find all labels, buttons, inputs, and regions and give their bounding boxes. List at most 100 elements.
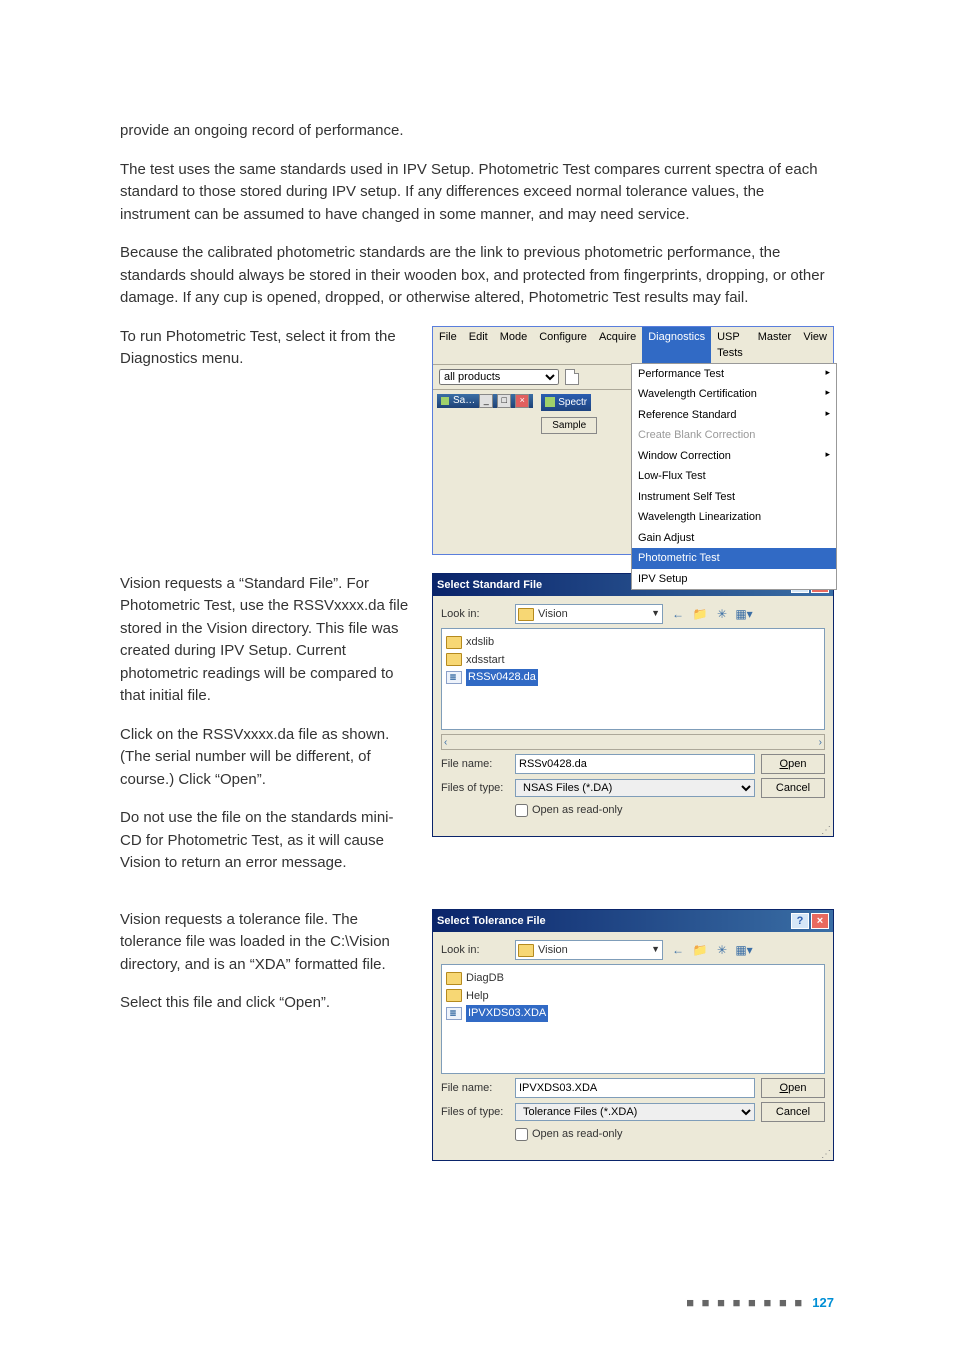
file-item[interactable]: IPVXDS03.XDA bbox=[446, 1005, 820, 1022]
filename-label: File name: bbox=[441, 756, 509, 773]
up-icon[interactable]: 📁 bbox=[691, 941, 709, 959]
menu-usp-tests[interactable]: USP Tests bbox=[711, 327, 752, 364]
select-tolerance-file-dialog: Select Tolerance File ? × Look in: Visio… bbox=[432, 909, 834, 1161]
menu-configure[interactable]: Configure bbox=[533, 327, 593, 364]
file-item-label: Help bbox=[466, 988, 489, 1005]
folder-icon bbox=[446, 972, 462, 985]
folder-icon bbox=[446, 653, 462, 666]
file-item[interactable]: RSSv0428.da bbox=[446, 669, 820, 686]
readonly-label: Open as read-only bbox=[532, 802, 623, 819]
file-item-label: RSSv0428.da bbox=[466, 669, 538, 686]
views-icon[interactable]: ▦▾ bbox=[735, 941, 753, 959]
menu-file[interactable]: File bbox=[433, 327, 463, 364]
menu-item-instrument-self-test[interactable]: Instrument Self Test bbox=[632, 487, 836, 508]
body-paragraph: To run Photometric Test, select it from … bbox=[120, 326, 410, 371]
mini-window-label: Sa… bbox=[453, 393, 475, 408]
minimize-icon[interactable]: _ bbox=[479, 394, 493, 408]
file-item[interactable]: Help bbox=[446, 988, 820, 1005]
menu-item-low-flux-test[interactable]: Low-Flux Test bbox=[632, 466, 836, 487]
folder-icon bbox=[446, 989, 462, 1002]
menu-item-create-blank-correction: Create Blank Correction bbox=[632, 425, 836, 446]
body-paragraph: Vision requests a tolerance file. The to… bbox=[120, 909, 410, 977]
menu-item-window-correction[interactable]: Window Correction bbox=[632, 446, 836, 467]
close-icon[interactable]: × bbox=[811, 913, 829, 929]
back-icon[interactable]: ← bbox=[669, 941, 687, 959]
file-item[interactable]: DiagDB bbox=[446, 970, 820, 987]
close-icon[interactable]: × bbox=[515, 394, 529, 408]
lookin-label: Look in: bbox=[441, 942, 509, 959]
lookin-select[interactable]: Vision ▼ bbox=[515, 940, 663, 960]
page-footer: ■ ■ ■ ■ ■ ■ ■ ■127 bbox=[686, 1293, 834, 1313]
menu-item-wavelength-linearization[interactable]: Wavelength Linearization bbox=[632, 507, 836, 528]
body-paragraph: Do not use the file on the standards min… bbox=[120, 807, 410, 875]
menu-diagnostics[interactable]: Diagnostics bbox=[642, 327, 711, 364]
filename-input[interactable] bbox=[515, 754, 755, 774]
new-folder-icon[interactable]: ✳ bbox=[713, 605, 731, 623]
back-icon[interactable]: ← bbox=[669, 605, 687, 623]
file-item[interactable]: xdsstart bbox=[446, 652, 820, 669]
menu-item-wavelength-certification[interactable]: Wavelength Certification bbox=[632, 384, 836, 405]
body-paragraph: Click on the RSSVxxxx.da file as shown. … bbox=[120, 724, 410, 792]
file-item-label: DiagDB bbox=[466, 970, 504, 987]
select-standard-file-dialog: Select Standard File ? × Look in: Vision… bbox=[432, 573, 834, 837]
menu-view[interactable]: View bbox=[797, 327, 833, 364]
scroll-bar[interactable]: ‹› bbox=[441, 734, 825, 750]
readonly-label: Open as read-only bbox=[532, 1126, 623, 1143]
page-number: 127 bbox=[812, 1295, 834, 1310]
cancel-button[interactable]: Cancel bbox=[761, 778, 825, 798]
filetype-label: Files of type: bbox=[441, 1104, 509, 1121]
readonly-checkbox[interactable] bbox=[515, 1128, 528, 1141]
diagnostics-menu-screenshot: FileEditModeConfigureAcquireDiagnosticsU… bbox=[432, 326, 834, 555]
folder-icon bbox=[518, 944, 534, 957]
menu-item-reference-standard[interactable]: Reference Standard bbox=[632, 405, 836, 426]
scroll-left-icon[interactable]: ‹ bbox=[444, 735, 447, 750]
open-button[interactable]: Open bbox=[761, 754, 825, 774]
diagnostics-dropdown[interactable]: Performance TestWavelength Certification… bbox=[631, 363, 837, 591]
help-icon[interactable]: ? bbox=[791, 913, 809, 929]
body-paragraph: provide an ongoing record of performance… bbox=[120, 120, 834, 143]
spectrum-tab: Spectr bbox=[541, 394, 591, 411]
open-button[interactable]: Open bbox=[761, 1078, 825, 1098]
resize-grip[interactable]: ⋰ bbox=[433, 827, 833, 836]
file-icon bbox=[446, 671, 462, 684]
body-paragraph: The test uses the same standards used in… bbox=[120, 159, 834, 227]
new-folder-icon[interactable]: ✳ bbox=[713, 941, 731, 959]
file-list[interactable]: xdslibxdsstartRSSv0428.da bbox=[441, 628, 825, 730]
menu-mode[interactable]: Mode bbox=[494, 327, 534, 364]
page-icon bbox=[565, 369, 579, 385]
file-item-label: xdsstart bbox=[466, 652, 505, 669]
body-paragraph: Because the calibrated photometric stand… bbox=[120, 242, 834, 310]
filetype-select[interactable]: NSAS Files (*.DA) bbox=[515, 779, 755, 797]
file-list[interactable]: DiagDBHelpIPVXDS03.XDA bbox=[441, 964, 825, 1074]
lookin-value: Vision bbox=[538, 942, 568, 959]
menu-edit[interactable]: Edit bbox=[463, 327, 494, 364]
readonly-checkbox[interactable] bbox=[515, 804, 528, 817]
menu-item-photometric-test[interactable]: Photometric Test bbox=[632, 548, 836, 569]
lookin-select[interactable]: Vision ▼ bbox=[515, 604, 663, 624]
filetype-select[interactable]: Tolerance Files (*.XDA) bbox=[515, 1103, 755, 1121]
menu-item-gain-adjust[interactable]: Gain Adjust bbox=[632, 528, 836, 549]
dialog-title: Select Standard File bbox=[437, 577, 542, 594]
menu-item-performance-test[interactable]: Performance Test bbox=[632, 364, 836, 385]
menu-item-ipv-setup[interactable]: IPV Setup bbox=[632, 569, 836, 590]
lookin-label: Look in: bbox=[441, 606, 509, 623]
up-icon[interactable]: 📁 bbox=[691, 605, 709, 623]
resize-grip[interactable]: ⋰ bbox=[433, 1151, 833, 1160]
product-select[interactable]: all products bbox=[439, 369, 559, 385]
file-item-label: IPVXDS03.XDA bbox=[466, 1005, 548, 1022]
folder-icon bbox=[518, 608, 534, 621]
lookin-value: Vision bbox=[538, 606, 568, 623]
spectrum-label: Spectr bbox=[558, 395, 587, 410]
maximize-icon[interactable]: □ bbox=[497, 394, 511, 408]
file-item[interactable]: xdslib bbox=[446, 634, 820, 651]
menu-master[interactable]: Master bbox=[752, 327, 798, 364]
menu-acquire[interactable]: Acquire bbox=[593, 327, 642, 364]
views-icon[interactable]: ▦▾ bbox=[735, 605, 753, 623]
folder-icon bbox=[446, 636, 462, 649]
file-item-label: xdslib bbox=[466, 634, 494, 651]
scroll-right-icon[interactable]: › bbox=[819, 735, 822, 750]
sample-button[interactable]: Sample bbox=[541, 417, 597, 434]
cancel-button[interactable]: Cancel bbox=[761, 1102, 825, 1122]
filetype-label: Files of type: bbox=[441, 780, 509, 797]
filename-input[interactable] bbox=[515, 1078, 755, 1098]
